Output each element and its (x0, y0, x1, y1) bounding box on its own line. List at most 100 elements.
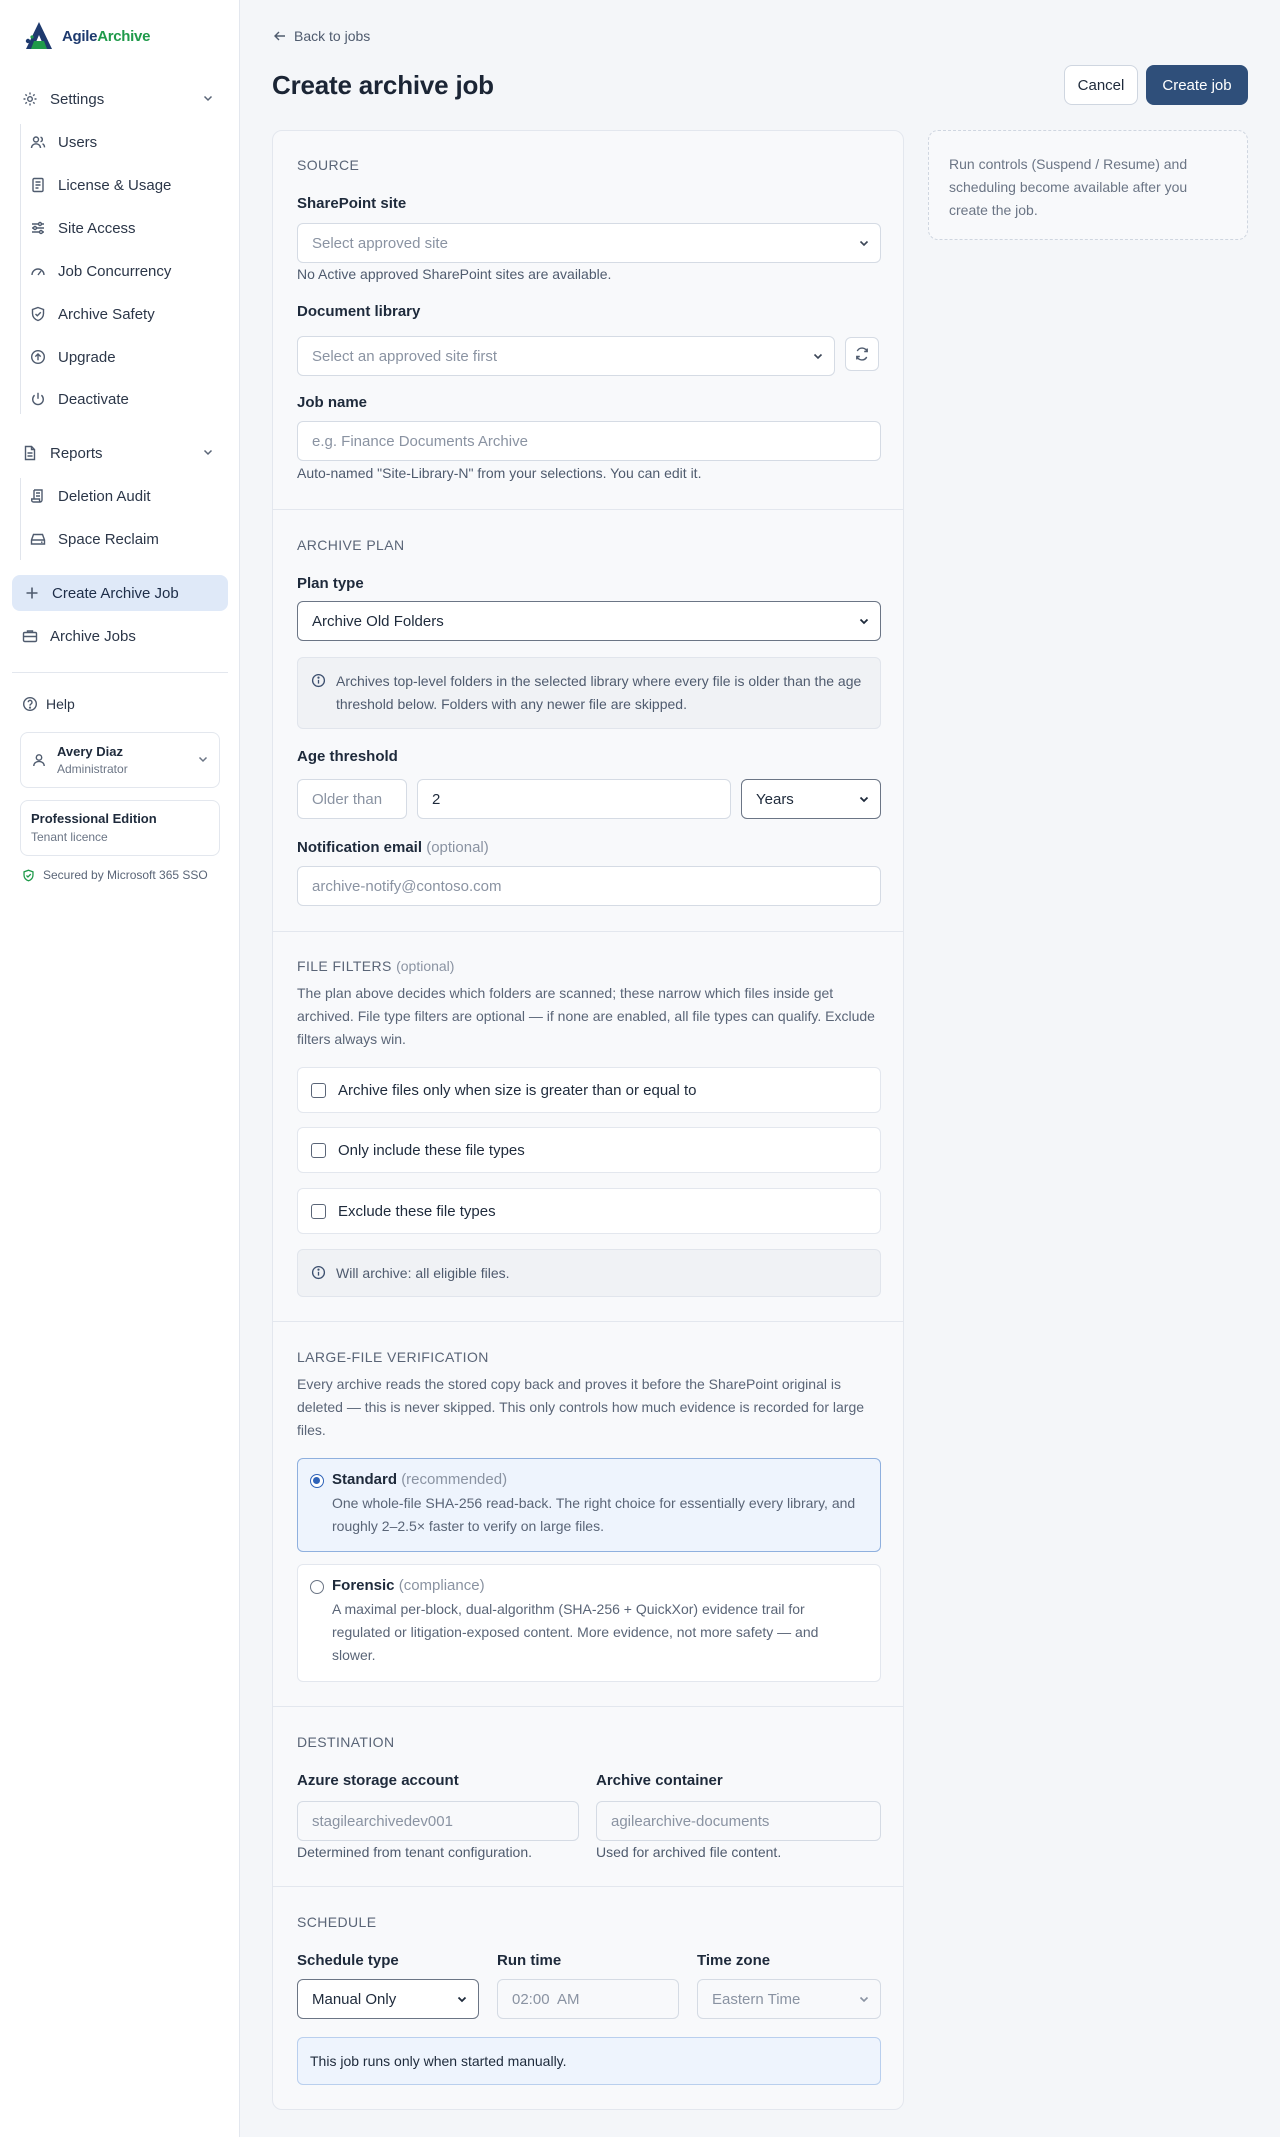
section-title-destination: DESTINATION (297, 1734, 395, 1750)
sidebar-item-archive-safety[interactable]: Archive Safety (12, 296, 222, 332)
plan-type-label: Plan type (297, 575, 364, 592)
sso-notice: Secured by Microsoft 365 SSO (22, 868, 208, 882)
user-icon (31, 752, 47, 768)
exclude-types-toggle[interactable]: Exclude these file types (297, 1188, 881, 1234)
sidebar-item-users[interactable]: Users (12, 124, 222, 160)
create-job-form: SOURCE SharePoint site Select approved s… (272, 130, 904, 2110)
schedule-note: This job runs only when started manually… (297, 2037, 881, 2085)
forensic-radio[interactable] (310, 1580, 324, 1594)
size-filter-toggle[interactable]: Archive files only when size is greater … (297, 1067, 881, 1113)
notification-email-input[interactable]: archive-notify@contoso.com (297, 866, 881, 906)
section-title-file-filters: FILE FILTERS (optional) (297, 958, 455, 974)
sidebar-item-deactivate[interactable]: Deactivate (12, 381, 222, 417)
shield-check-icon (30, 306, 46, 322)
info-icon (311, 673, 326, 688)
sidebar-item-archive-jobs[interactable]: Archive Jobs (12, 618, 228, 654)
notification-email-label: Notification email (optional) (297, 839, 489, 856)
section-title-schedule: SCHEDULE (297, 1914, 377, 1930)
size-filter-checkbox[interactable] (311, 1082, 326, 1098)
sidebar-divider (12, 672, 228, 673)
sidebar-item-help[interactable]: Help (12, 686, 228, 722)
page-title: Create archive job (272, 70, 494, 100)
user-role: Administrator (57, 762, 128, 776)
document-icon (30, 177, 46, 193)
create-job-button[interactable]: Create job (1146, 65, 1248, 105)
document-library-select[interactable]: Select an approved site first (297, 336, 835, 376)
nav-group-label: Reports (50, 444, 103, 462)
job-name-input[interactable]: e.g. Finance Documents Archive (297, 421, 881, 461)
refresh-icon (854, 346, 870, 362)
section-title-verification: LARGE-FILE VERIFICATION (297, 1349, 489, 1365)
plan-info-box: Archives top-level folders in the select… (297, 657, 881, 729)
back-to-jobs-link[interactable]: Back to jobs (272, 28, 370, 44)
chevron-down-icon (858, 792, 870, 809)
age-prefix-addon: Older than (297, 779, 407, 819)
sidebar-item-site-access[interactable]: Site Access (12, 210, 222, 246)
storage-account-hint: Determined from tenant configuration. (297, 1844, 533, 1860)
age-value-input[interactable]: 2 (417, 779, 731, 819)
verification-standard-option[interactable]: Standard (recommended) One whole-file SH… (297, 1458, 881, 1552)
shield-check-icon (22, 869, 35, 882)
scroll-icon (30, 488, 46, 504)
cancel-button[interactable]: Cancel (1064, 65, 1138, 105)
storage-account-label: Azure storage account (297, 1772, 459, 1789)
schedule-type-select[interactable]: Manual Only (297, 1979, 479, 2019)
verification-forensic-option[interactable]: Forensic (compliance) A maximal per-bloc… (297, 1564, 881, 1682)
storage-account-field: stagilearchivedev001 (297, 1801, 579, 1841)
archive-container-hint: Used for archived file content. (596, 1844, 782, 1860)
edition-card: Professional Edition Tenant licence (20, 800, 220, 856)
user-menu[interactable]: Avery Diaz Administrator (20, 732, 220, 788)
sidebar-item-create-archive-job[interactable]: Create Archive Job (12, 575, 228, 611)
gear-icon (22, 91, 38, 107)
sidebar-item-license[interactable]: License & Usage (12, 167, 222, 203)
power-icon (30, 391, 46, 407)
refresh-libraries-button[interactable] (845, 337, 879, 371)
archive-container-field: agilearchive-documents (596, 1801, 881, 1841)
drive-icon (30, 531, 46, 547)
standard-radio[interactable] (310, 1474, 324, 1488)
document-library-label: Document library (297, 303, 421, 320)
time-zone-label: Time zone (697, 1952, 771, 1969)
report-icon (22, 445, 38, 461)
gauge-icon (30, 263, 46, 279)
sharepoint-site-label: SharePoint site (297, 195, 407, 212)
edition-name: Professional Edition (31, 811, 157, 826)
chevron-down-icon (202, 445, 214, 462)
plan-type-select[interactable]: Archive Old Folders (297, 601, 881, 641)
sidebar-item-space-reclaim[interactable]: Space Reclaim (12, 521, 222, 557)
exclude-types-checkbox[interactable] (311, 1203, 326, 1219)
age-threshold-label: Age threshold (297, 748, 398, 765)
chevron-down-icon (202, 91, 214, 108)
chevron-down-icon (858, 236, 870, 253)
logo-mark-icon (22, 19, 56, 53)
include-types-toggle[interactable]: Only include these file types (297, 1127, 881, 1173)
job-name-hint: Auto-named "Site-Library-N" from your se… (297, 465, 702, 481)
sharepoint-site-hint: No Active approved SharePoint sites are … (297, 266, 612, 282)
run-time-input[interactable]: 02:00 AM (497, 1979, 679, 2019)
chevron-down-icon (858, 614, 870, 631)
nav-group-reports[interactable]: Reports (12, 435, 228, 471)
file-filters-description: The plan above decides which folders are… (297, 985, 875, 1047)
sharepoint-site-select[interactable]: Select approved site (297, 223, 881, 263)
chevron-down-icon (858, 1992, 870, 2009)
job-name-label: Job name (297, 394, 368, 411)
briefcase-icon (22, 628, 38, 644)
sidebar-item-deletion-audit[interactable]: Deletion Audit (12, 478, 222, 514)
arrow-left-icon (272, 28, 288, 44)
users-icon (30, 134, 46, 150)
chevron-down-icon (197, 752, 209, 769)
sidebar-item-upgrade[interactable]: Upgrade (12, 339, 222, 375)
sidebar-item-job-concurrency[interactable]: Job Concurrency (12, 253, 222, 289)
filter-summary-box: Will archive: all eligible files. (297, 1249, 881, 1297)
run-controls-note: Run controls (Suspend / Resume) and sche… (928, 130, 1248, 240)
include-types-checkbox[interactable] (311, 1142, 326, 1158)
info-icon (311, 1265, 326, 1280)
time-zone-select[interactable]: Eastern Time (697, 1979, 881, 2019)
brand-logo[interactable]: AgileArchive (22, 16, 158, 56)
verification-description: Every archive reads the stored copy back… (297, 1376, 865, 1438)
sliders-icon (30, 220, 46, 236)
age-unit-select[interactable]: Years (741, 779, 881, 819)
nav-group-settings[interactable]: Settings (12, 81, 228, 117)
edition-sub: Tenant licence (31, 830, 108, 844)
brand-name-b: Archive (97, 27, 151, 45)
